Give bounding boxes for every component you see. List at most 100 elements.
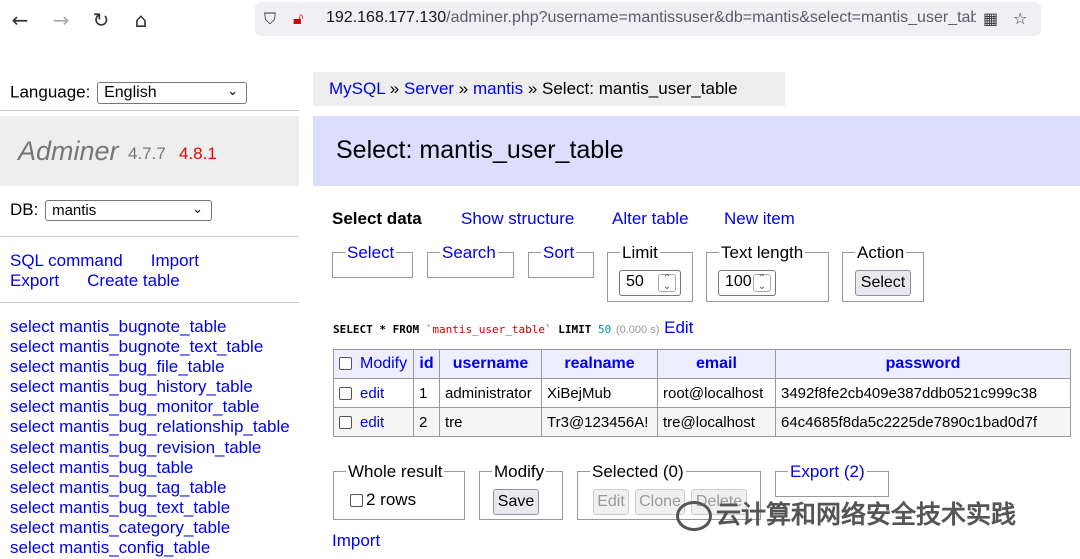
select-button[interactable]: Select: [855, 270, 911, 296]
column-header-email[interactable]: email: [657, 349, 776, 379]
sql-query: SELECT * FROM `mantis_user_table` LIMIT …: [333, 318, 694, 337]
row-checkbox[interactable]: [339, 416, 352, 430]
sidebar-actions: SQL command Import Export Create table: [10, 251, 199, 291]
search-fieldset[interactable]: Search: [427, 243, 514, 278]
table-link[interactable]: select mantis_bug_monitor_table: [10, 397, 259, 416]
breadcrumb-mysql[interactable]: MySQL: [329, 79, 385, 98]
home-icon[interactable]: ⌂: [128, 7, 154, 33]
table-link[interactable]: select mantis_bug_file_table: [10, 357, 225, 376]
adminer-version: 4.7.7: [128, 144, 166, 163]
action-legend: Action: [855, 243, 907, 263]
import-link[interactable]: Import: [332, 531, 380, 551]
browser-toolbar: ← → ↻ ⌂ ⛉ 🔓︎ 192.168.177.130/adminer.php…: [0, 0, 1080, 40]
column-header-username[interactable]: username: [439, 349, 542, 379]
chevron-down-icon: ⌄: [227, 84, 239, 99]
export-link[interactable]: Export: [10, 271, 59, 290]
reload-icon[interactable]: ↻: [88, 7, 114, 33]
whole-result-fieldset: Whole result 2 rows: [333, 462, 465, 520]
wechat-icon: [676, 501, 712, 532]
breadcrumb-server[interactable]: Server: [404, 79, 454, 98]
row-edit-link[interactable]: edit: [360, 385, 384, 402]
adminer-name[interactable]: Adminer: [18, 136, 119, 167]
divider: [0, 236, 299, 237]
address-bar[interactable]: ⛉ 🔓︎ 192.168.177.130/adminer.php?usernam…: [255, 2, 1041, 36]
watermark: 云计算和网络安全技术实践: [676, 495, 1016, 532]
table-link[interactable]: select mantis_bug_table: [10, 458, 193, 477]
text-length-fieldset: Text length 100 ⌃ ⌄: [706, 243, 829, 302]
spinner-icon[interactable]: ⌃ ⌄: [753, 274, 771, 292]
table-list: select mantis_bugnote_table select manti…: [10, 317, 300, 558]
cell-email[interactable]: tre@localhost: [657, 407, 776, 437]
limit-fieldset: Limit 50 ⌃ ⌄: [607, 243, 693, 302]
row-edit-link[interactable]: edit: [360, 414, 384, 431]
select-all-checkbox[interactable]: [339, 357, 352, 371]
table-link[interactable]: select mantis_config_table: [10, 538, 210, 557]
table-link[interactable]: select mantis_category_table: [10, 518, 230, 537]
result-table: Modify id username realname email passwo…: [333, 349, 1071, 437]
table-link[interactable]: select mantis_bug_revision_table: [10, 438, 261, 457]
cell-id[interactable]: 1: [413, 378, 440, 408]
sort-legend[interactable]: Sort: [541, 243, 577, 263]
query-time: (0.000 s): [615, 324, 660, 336]
limit-legend: Limit: [620, 243, 660, 263]
column-header-realname[interactable]: realname: [541, 349, 658, 379]
adminer-new-version[interactable]: 4.8.1: [179, 144, 217, 164]
action-fieldset: Action Select: [842, 243, 924, 302]
table-link[interactable]: select mantis_bug_text_table: [10, 498, 230, 517]
row-checkbox[interactable]: [339, 387, 352, 401]
cell-realname[interactable]: XiBejMub: [541, 378, 658, 408]
back-arrow-icon[interactable]: ←: [7, 7, 33, 33]
table-link[interactable]: select mantis_bug_tag_table: [10, 478, 226, 497]
table-link[interactable]: select mantis_bug_relationship_table: [10, 417, 290, 436]
table-link[interactable]: select mantis_bug_history_table: [10, 377, 253, 396]
table-link[interactable]: select mantis_bugnote_text_table: [10, 337, 263, 356]
select-fieldset[interactable]: Select: [332, 243, 413, 278]
table-link[interactable]: select mantis_bugnote_table: [10, 317, 226, 336]
save-button[interactable]: Save: [493, 489, 539, 515]
edit-query-link[interactable]: Edit: [664, 318, 693, 337]
whole-result-option[interactable]: 2 rows: [350, 490, 416, 510]
import-link[interactable]: Import: [151, 251, 199, 270]
spinner-icon[interactable]: ⌃ ⌄: [658, 274, 676, 292]
table-header-row: Modify id username realname email passwo…: [333, 349, 1071, 379]
tab-alter-table[interactable]: Alter table: [612, 209, 689, 229]
whole-result-checkbox[interactable]: [350, 494, 363, 508]
cell-username[interactable]: administrator: [439, 378, 542, 408]
cell-id[interactable]: 2: [413, 407, 440, 437]
search-legend[interactable]: Search: [440, 243, 498, 263]
tab-show-structure[interactable]: Show structure: [461, 209, 574, 229]
row-modify-cell: edit: [333, 378, 414, 408]
breadcrumb-db[interactable]: mantis: [473, 79, 523, 98]
adminer-logo: Adminer 4.7.7 4.8.1: [0, 116, 299, 186]
db-selector: DB: mantis ⌄: [10, 200, 213, 222]
cell-password[interactable]: 64c4685f8da5c2225de7890c1bad0d7f: [775, 407, 1071, 437]
url-text[interactable]: 192.168.177.130/adminer.php?username=man…: [326, 9, 976, 27]
db-select[interactable]: mantis ⌄: [45, 200, 213, 222]
export-fieldset[interactable]: Export (2): [775, 462, 889, 497]
select-legend[interactable]: Select: [345, 243, 397, 263]
sql-command-link[interactable]: SQL command: [10, 251, 123, 270]
modify-header[interactable]: Modify: [333, 349, 414, 379]
cell-realname[interactable]: Tr3@123456A!: [541, 407, 658, 437]
divider: [0, 302, 299, 303]
forward-arrow-icon[interactable]: →: [48, 7, 74, 33]
insecure-lock-icon[interactable]: 🔓︎: [293, 9, 303, 29]
shield-icon[interactable]: ⛉: [264, 9, 276, 29]
limit-input[interactable]: 50 ⌃ ⌄: [619, 270, 681, 296]
qr-code-icon[interactable]: ▦: [983, 9, 998, 28]
column-header-id[interactable]: id: [413, 349, 440, 379]
column-header-password[interactable]: password: [775, 349, 1071, 379]
create-table-link[interactable]: Create table: [87, 271, 180, 290]
text-length-input[interactable]: 100 ⌃ ⌄: [718, 270, 776, 296]
tab-new-item[interactable]: New item: [724, 209, 795, 229]
sort-fieldset[interactable]: Sort: [528, 243, 594, 278]
tab-select-data[interactable]: Select data: [332, 209, 422, 229]
bookmark-star-icon[interactable]: ☆: [1013, 9, 1027, 28]
cell-username[interactable]: tre: [439, 407, 542, 437]
cell-email[interactable]: root@localhost: [657, 378, 776, 408]
language-selector: Language: English ⌄: [10, 82, 248, 104]
export-legend[interactable]: Export (2): [788, 462, 867, 482]
edit-button[interactable]: Edit: [593, 489, 629, 515]
language-select[interactable]: English ⌄: [97, 82, 248, 104]
cell-password[interactable]: 3492f8fe2cb409e387ddb0521c999c38: [775, 378, 1071, 408]
